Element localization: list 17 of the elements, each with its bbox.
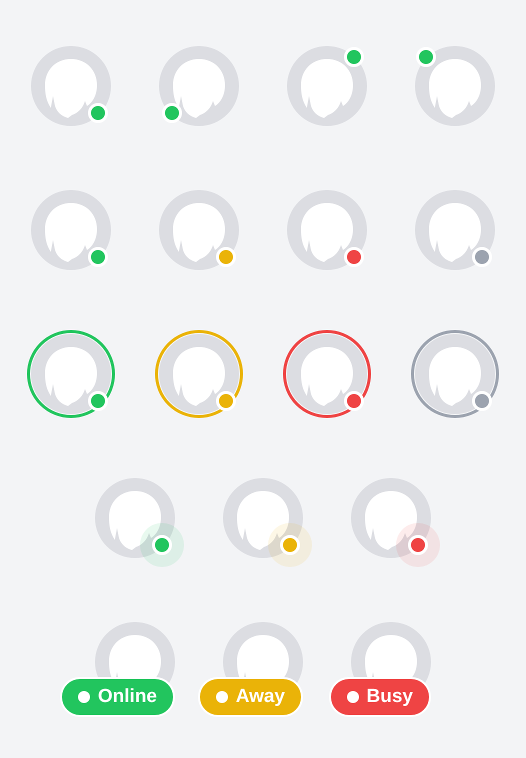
dot-icon <box>78 691 90 703</box>
avatar-icon <box>31 46 111 126</box>
avatar-icon <box>351 478 431 558</box>
avatar-icon <box>223 478 303 558</box>
avatar-icon <box>287 46 367 126</box>
status-label: Busy <box>366 686 413 708</box>
avatar-icon <box>159 46 239 126</box>
avatar-icon <box>287 190 367 270</box>
avatar-icon <box>415 46 495 126</box>
dot-icon <box>346 691 359 703</box>
avatar-icon <box>415 190 495 270</box>
status-label: Away <box>236 686 285 708</box>
status-label: Online <box>98 686 157 708</box>
dot-icon <box>216 691 228 703</box>
avatar-icon <box>159 190 239 270</box>
avatar-icon <box>95 478 175 558</box>
avatar-icon <box>31 190 111 270</box>
